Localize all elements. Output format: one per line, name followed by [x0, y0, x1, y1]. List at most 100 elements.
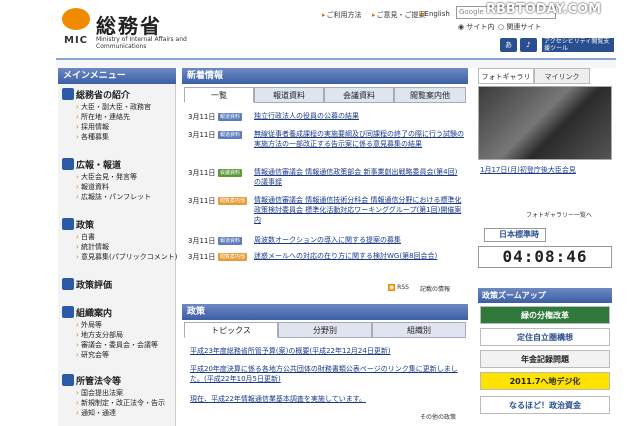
rss-label: RSS	[397, 284, 409, 291]
banner-green-reform[interactable]: 緑の分権改革	[480, 306, 610, 324]
tab-press[interactable]: 報道資料	[254, 87, 324, 103]
site-subtitle: Ministry of Internal Affairs and Communi…	[96, 36, 187, 50]
link-english[interactable]: English	[420, 10, 450, 18]
tab-my-link[interactable]: マイリンク	[534, 68, 590, 84]
news-badge: 報道資料	[218, 113, 243, 121]
tab-meeting[interactable]: 会議資料	[324, 87, 394, 103]
menu-section-law[interactable]: 所管法令等	[76, 374, 121, 387]
tab-organization[interactable]: 組織別	[372, 322, 466, 338]
radio-site-label: サイト内	[466, 23, 495, 31]
news-date: 3月11日	[188, 197, 216, 205]
menu-item[interactable]: 広報誌・パンフレット	[76, 192, 151, 202]
speech-icon[interactable]: ♪	[520, 38, 537, 52]
menu-item[interactable]: 外局等	[76, 320, 102, 330]
policy-title: 政策	[187, 307, 206, 317]
menu-item[interactable]: 大臣会見・発言等	[76, 172, 137, 182]
news-date: 3月11日	[188, 237, 216, 245]
tab-all[interactable]: 一覧	[184, 87, 254, 103]
banner-settlement[interactable]: 定住自立圏構想	[480, 328, 610, 346]
rss-icon: ◉	[388, 284, 396, 291]
link-opinion[interactable]: ご意見・ご提案	[372, 10, 426, 20]
news-badge: 報道資料	[218, 131, 243, 139]
site-title[interactable]: 総務省	[96, 10, 162, 39]
menu-section-evaluation[interactable]: 政策評価	[76, 278, 112, 291]
menu-item[interactable]: 通知・通達	[76, 408, 116, 418]
menu-section-policy[interactable]: 政策	[76, 218, 94, 231]
link-usage[interactable]: ご利用方法	[322, 10, 362, 20]
menu-section-intro[interactable]: 総務省の紹介	[76, 88, 130, 101]
news-date: 3月11日	[188, 253, 216, 261]
main-menu-title: メインメニュー	[63, 71, 126, 81]
tab-photo-gallery[interactable]: フォトギャラリー	[478, 68, 534, 97]
zoom-header: 政策ズームアップ	[478, 288, 612, 303]
menu-section-pr[interactable]: 広報・報道	[76, 158, 121, 171]
news-title: 新着情報	[187, 71, 224, 81]
menu-item[interactable]: 統計情報	[76, 242, 109, 252]
top-divider	[56, 58, 616, 68]
news-badge: 閲覧案内他	[218, 253, 248, 261]
policy-more-link[interactable]: その他の政策	[420, 412, 456, 421]
tab-field[interactable]: 分野別	[278, 322, 372, 338]
news-date: 3月11日	[188, 131, 216, 139]
menu-item[interactable]: 審議会・委員会・会議等	[76, 340, 158, 350]
policy-link[interactable]: 平成23年度総務省所管予算(案)の概要(平成22年12月24日更新)	[190, 346, 462, 356]
news-badge: 会議資料	[218, 169, 243, 177]
news-header: 新着情報	[182, 68, 468, 84]
accessibility-button[interactable]: アクセシビリティ閲覧支援ツール	[542, 38, 614, 52]
radio-site[interactable]: ◉ サイト内	[458, 22, 494, 32]
radio-related-label: 関連サイト	[506, 23, 542, 31]
menu-item[interactable]: 各種募集	[76, 132, 109, 142]
policy-icon	[62, 218, 74, 230]
menu-item[interactable]: 国会提出法案	[76, 388, 123, 398]
menu-item[interactable]: 所在地・連絡先	[76, 112, 130, 122]
intro-icon	[62, 88, 74, 100]
news-link[interactable]: 独立行政法人の役員の公募の結果	[254, 111, 464, 121]
news-date: 3月11日	[188, 169, 216, 177]
policy-header: 政策	[182, 304, 468, 320]
rss-link[interactable]: ◉ RSS	[388, 284, 409, 291]
pr-icon	[62, 158, 74, 170]
text-size-icon[interactable]: あ	[500, 38, 517, 52]
menu-item[interactable]: 地方支分部局	[76, 330, 123, 340]
watermark: RBBTODAY.COM	[486, 2, 602, 17]
news-link[interactable]: 無線従事者養成課程の実施要綱及び同課程の終了の際に行う試験の実施方法の一部改正す…	[254, 129, 464, 149]
menu-item[interactable]: 採用情報	[76, 122, 109, 132]
logo-icon[interactable]	[62, 8, 90, 30]
radio-related[interactable]: ○ 関連サイト	[498, 22, 541, 32]
zoom-title: 政策ズームアップ	[482, 291, 546, 300]
jst-label: 日本標準時	[499, 230, 539, 239]
news-badge: 閲覧案内他	[218, 197, 248, 205]
menu-section-org[interactable]: 組織案内	[76, 306, 112, 319]
menu-item[interactable]: 意見募集(パブリックコメント)	[76, 252, 177, 262]
tab-topics[interactable]: トピックス	[184, 322, 278, 338]
logo-mic: MIC	[64, 35, 89, 46]
banner-digital[interactable]: 2011.7へ地デジ化	[480, 372, 610, 390]
menu-item[interactable]: 白書	[76, 232, 95, 242]
banner-political-funds[interactable]: なるほど！政治資金	[480, 396, 610, 414]
law-icon	[62, 374, 74, 386]
clock-display: 04:08:46	[478, 246, 612, 268]
evaluation-icon	[62, 278, 74, 290]
page-root: MIC 総務省 Ministry of Internal Affairs and…	[0, 0, 640, 426]
news-more-link[interactable]: 記載の情報	[420, 284, 450, 293]
news-date: 3月11日	[188, 113, 216, 121]
policy-link[interactable]: 現在、平成22年情報通信業基本調査を実施しています。	[190, 394, 462, 404]
news-badge: 報道資料	[218, 237, 243, 245]
policy-link[interactable]: 平成20年度決算に係る各地方公共団体の財務書類公表ページのリンク集に更新しました…	[190, 364, 462, 384]
gallery-photo[interactable]	[478, 86, 612, 160]
org-icon	[62, 306, 74, 318]
menu-item[interactable]: 大臣・副大臣・政務官	[76, 102, 151, 112]
news-link[interactable]: 情報通信審議会 情報通信政策部会 新事業創出戦略委員会(第4回)の議事録	[254, 167, 464, 187]
news-link[interactable]: 周波数オークションの導入に関する提案の募集	[254, 235, 464, 245]
menu-item[interactable]: 研究会等	[76, 350, 109, 360]
photo-caption[interactable]: 1月17日(月)初登庁後大臣会見	[480, 166, 612, 175]
menu-item[interactable]: 報道資料	[76, 182, 109, 192]
menu-item[interactable]: 新規制定・改正法令・告示	[76, 398, 165, 408]
tab-other[interactable]: 閲覧案内他	[394, 87, 466, 103]
main-menu-header: メインメニュー	[58, 68, 176, 84]
news-link[interactable]: 迷惑メールへの対応の在り方に関する検討WG(第8回会合)	[254, 251, 464, 261]
jst-button[interactable]: 日本標準時	[484, 228, 546, 242]
banner-pension[interactable]: 年金記録問題	[480, 350, 610, 368]
news-link[interactable]: 情報通信審議会 情報通信技術分科会 情報通信分野における標準化政策検討委員会 標…	[254, 195, 464, 225]
gallery-more-link[interactable]: フォトギャラリー一覧へ	[526, 210, 592, 219]
